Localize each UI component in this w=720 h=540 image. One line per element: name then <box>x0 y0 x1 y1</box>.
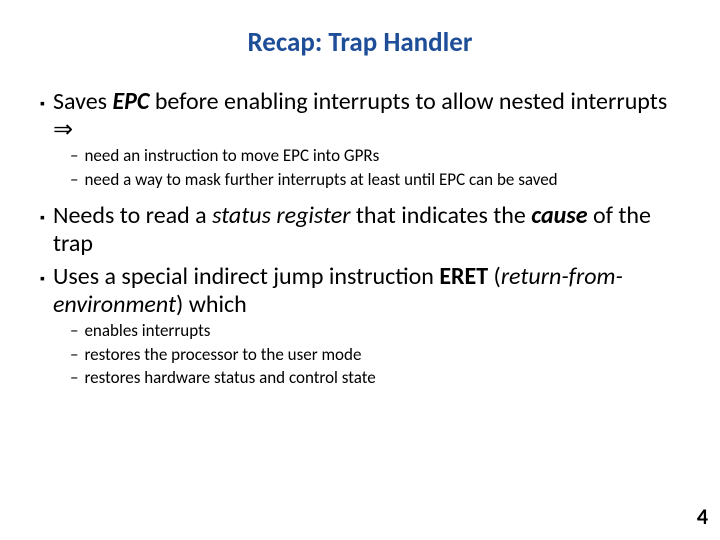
text-run-epc: EPC <box>112 87 149 116</box>
bullet-1: ▪ Saves EPC before enabling interrupts t… <box>40 88 680 143</box>
text-run: before enabling interrupts to allow nest… <box>149 87 667 116</box>
bullet-3: ▪ Uses a special indirect jump instructi… <box>40 263 680 318</box>
sub-bullet-1-1: – need an instruction to move EPC into G… <box>70 146 680 166</box>
text-run: Uses a special indirect jump instruction <box>53 262 439 291</box>
slide-body: ▪ Saves EPC before enabling interrupts t… <box>40 82 680 389</box>
sub-bullet-text: restores the processor to the user mode <box>84 345 361 365</box>
text-run-eret: ERET <box>439 262 488 291</box>
bullet-2: ▪ Needs to read a status register that i… <box>40 202 680 257</box>
text-run: ) which <box>176 290 247 319</box>
dash-icon: – <box>70 321 78 341</box>
sub-bullet-text: need an instruction to move EPC into GPR… <box>84 146 379 166</box>
bullet-2-text: Needs to read a status register that ind… <box>53 202 680 257</box>
text-run-status-register: status register <box>212 201 350 230</box>
slide: Recap: Trap Handler ▪ Saves EPC before e… <box>0 0 720 540</box>
bullet-icon: ▪ <box>40 210 45 226</box>
sub-bullet-3-3: – restores hardware status and control s… <box>70 368 680 388</box>
dash-icon: – <box>70 170 78 190</box>
bullet-icon: ▪ <box>40 271 45 287</box>
sub-bullet-3-1: – enables interrupts <box>70 321 680 341</box>
bullet-3-text: Uses a special indirect jump instruction… <box>53 263 680 318</box>
sub-bullet-3-2: – restores the processor to the user mod… <box>70 345 680 365</box>
sub-bullet-text: restores hardware status and control sta… <box>84 368 375 388</box>
dash-icon: – <box>70 146 78 166</box>
text-run-cause: cause <box>531 201 587 230</box>
sub-bullet-text: enables interrupts <box>84 321 210 341</box>
text-run: Saves <box>53 87 112 116</box>
text-run: that indicates the <box>350 201 531 230</box>
sub-bullet-text: need a way to mask further interrupts at… <box>84 170 557 190</box>
sub-bullet-1-2: – need a way to mask further interrupts … <box>70 170 680 190</box>
dash-icon: – <box>70 345 78 365</box>
slide-title: Recap: Trap Handler <box>0 26 720 59</box>
bullet-icon: ▪ <box>40 96 45 112</box>
bullet-1-text: Saves EPC before enabling interrupts to … <box>53 88 680 143</box>
dash-icon: – <box>70 368 78 388</box>
text-run: Needs to read a <box>53 201 212 230</box>
text-run: ( <box>488 262 501 291</box>
arrow-icon: ⇒ <box>53 116 73 143</box>
page-number: 4 <box>697 503 708 530</box>
